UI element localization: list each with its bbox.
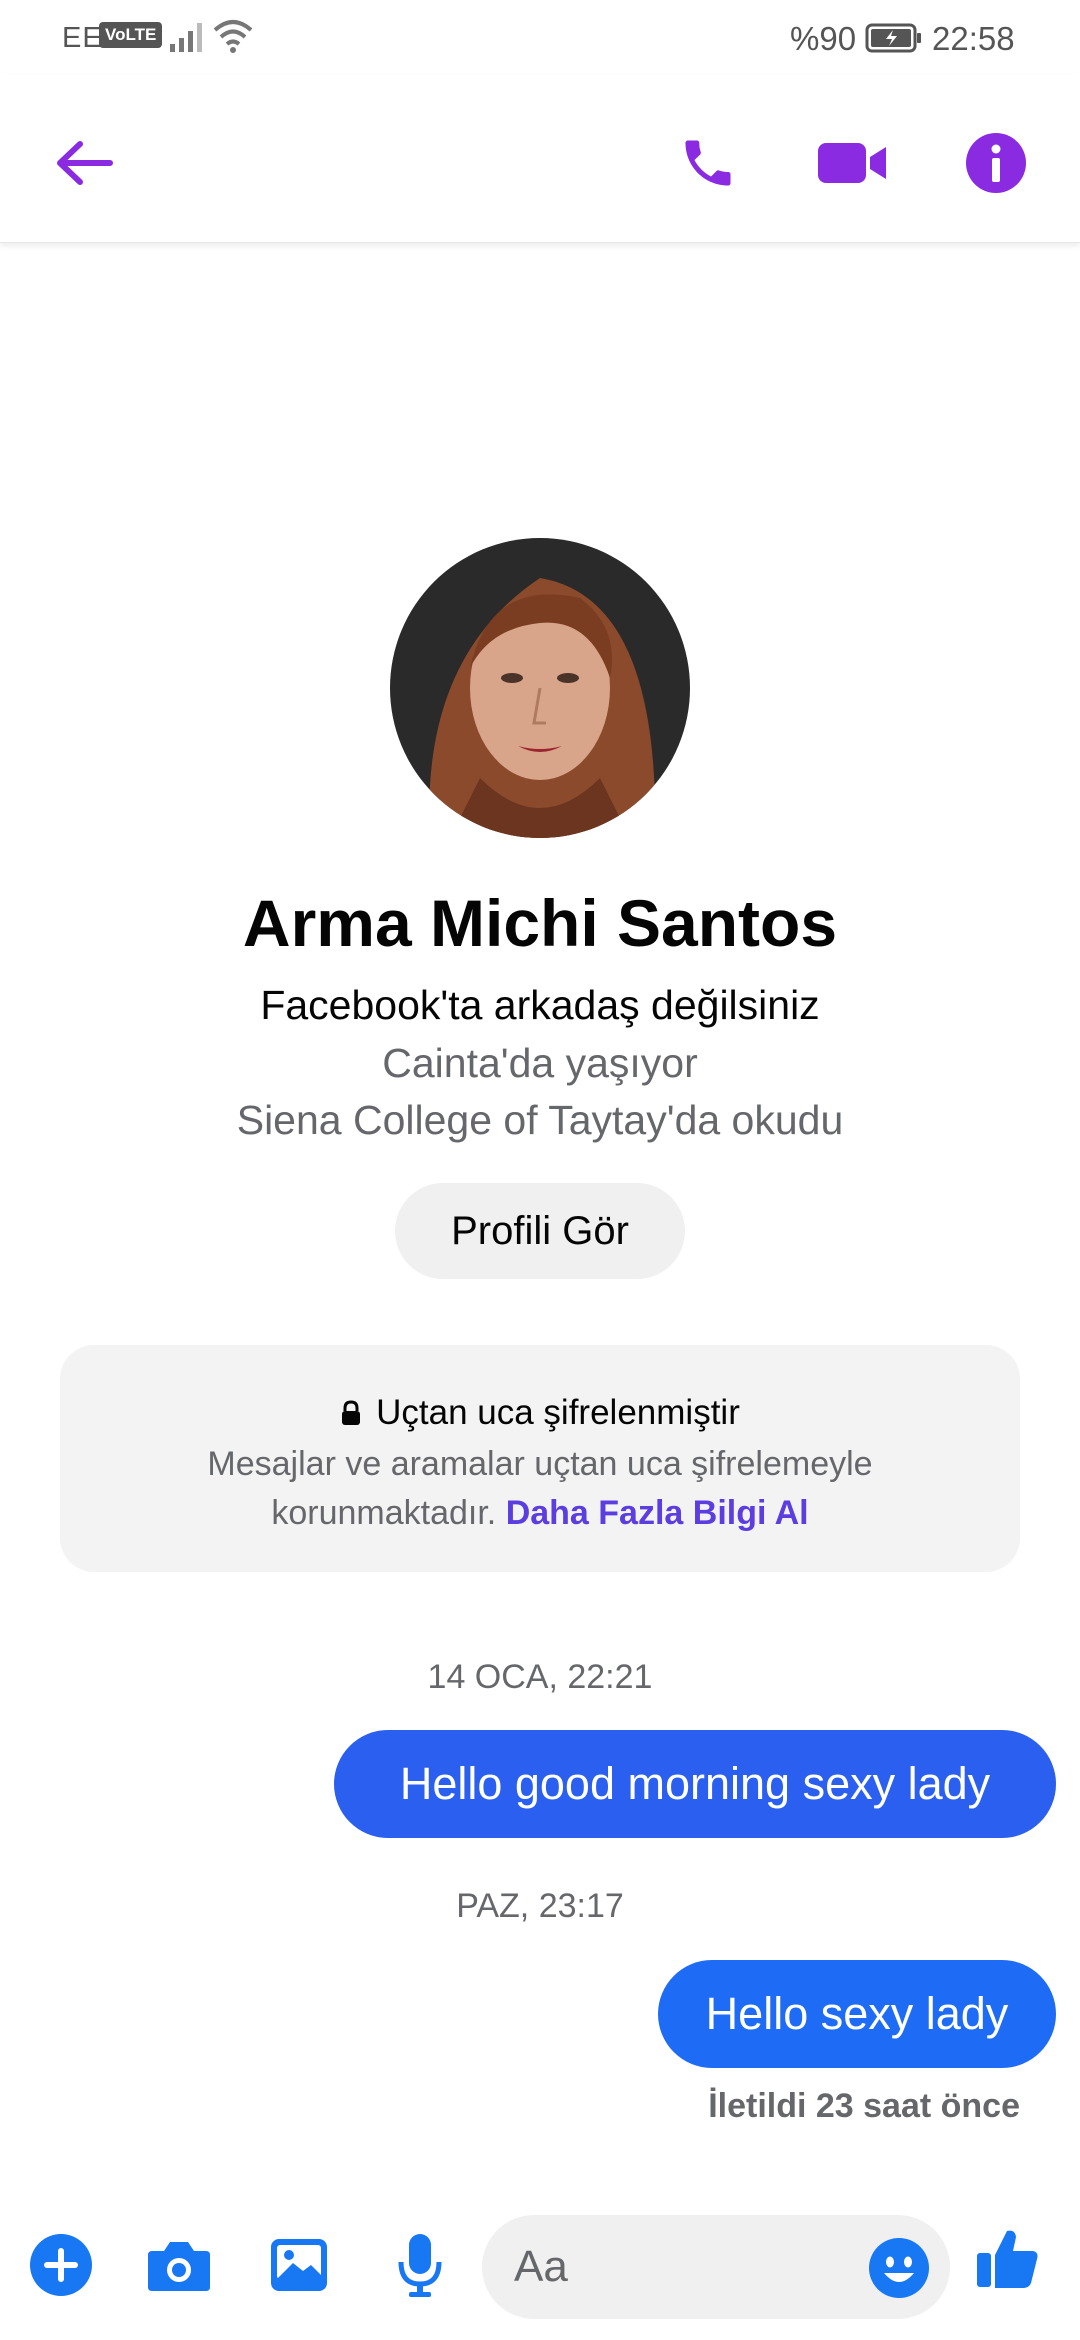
status-bar: EE VoLTE %90 22:58 xyxy=(0,0,1080,75)
battery-percent: %90 xyxy=(790,20,857,57)
message-timestamp: 14 OCA, 22:21 xyxy=(427,1658,653,1696)
encryption-body: Mesajlar ve aramalar uçtan uca şifreleme… xyxy=(120,1440,960,1538)
video-camera-icon xyxy=(818,143,886,183)
phone-icon xyxy=(685,140,731,186)
back-button[interactable] xyxy=(48,127,120,199)
carrier-label: EE xyxy=(62,22,103,54)
avatar[interactable] xyxy=(390,538,690,838)
message-composer xyxy=(482,2215,950,2319)
view-profile-button[interactable]: Profili Gör xyxy=(395,1183,685,1279)
signal-icon xyxy=(168,20,204,59)
like-button[interactable] xyxy=(968,2218,1048,2298)
outgoing-message-bubble[interactable]: Hello sexy lady xyxy=(658,1960,1056,2068)
friend-status: Facebook'ta arkadaş değilsiniz xyxy=(260,982,820,1028)
voice-call-button[interactable] xyxy=(672,127,744,199)
gallery-button[interactable] xyxy=(259,2225,339,2305)
emoji-icon xyxy=(869,2238,929,2298)
thumbs-up-icon xyxy=(977,2230,1038,2288)
info-icon xyxy=(966,133,1026,193)
encryption-notice: Uçtan uca şifrelenmiştir Mesajlar ve ara… xyxy=(60,1345,1020,1572)
volte-badge: VoLTE xyxy=(99,22,163,48)
lives-in: Cainta'da yaşıyor xyxy=(382,1040,698,1086)
battery-icon xyxy=(865,22,923,59)
delivery-status: İletildi 23 saat önce xyxy=(708,2087,1020,2125)
more-actions-button[interactable] xyxy=(21,2225,101,2305)
microphone-icon xyxy=(398,2234,442,2297)
profile-name: Arma Michi Santos xyxy=(242,886,838,960)
back-arrow-icon xyxy=(57,141,113,185)
info-button[interactable] xyxy=(960,127,1032,199)
encryption-title-row: Uçtan uca şifrelenmiştir xyxy=(60,1393,1020,1433)
voice-message-button[interactable] xyxy=(380,2225,460,2305)
message-input[interactable] xyxy=(514,2239,844,2295)
wifi-icon xyxy=(212,18,254,59)
learn-more-link[interactable]: Daha Fazla Bilgi Al xyxy=(506,1494,809,1532)
studied-at: Siena College of Taytay'da okudu xyxy=(236,1097,844,1143)
video-call-button[interactable] xyxy=(816,127,888,199)
camera-button[interactable] xyxy=(139,2225,219,2305)
outgoing-message-bubble[interactable]: Hello good morning sexy lady xyxy=(334,1730,1056,1838)
clock: 22:58 xyxy=(932,20,1015,57)
message-timestamp: PAZ, 23:17 xyxy=(456,1887,624,1925)
camera-icon xyxy=(148,2242,210,2291)
plus-icon xyxy=(30,2234,92,2296)
lock-icon xyxy=(342,1400,361,1425)
gallery-icon xyxy=(271,2239,327,2291)
conversation-header xyxy=(0,75,1080,243)
emoji-button[interactable] xyxy=(864,2233,934,2303)
encryption-title: Uçtan uca şifrelenmiştir xyxy=(376,1393,740,1432)
